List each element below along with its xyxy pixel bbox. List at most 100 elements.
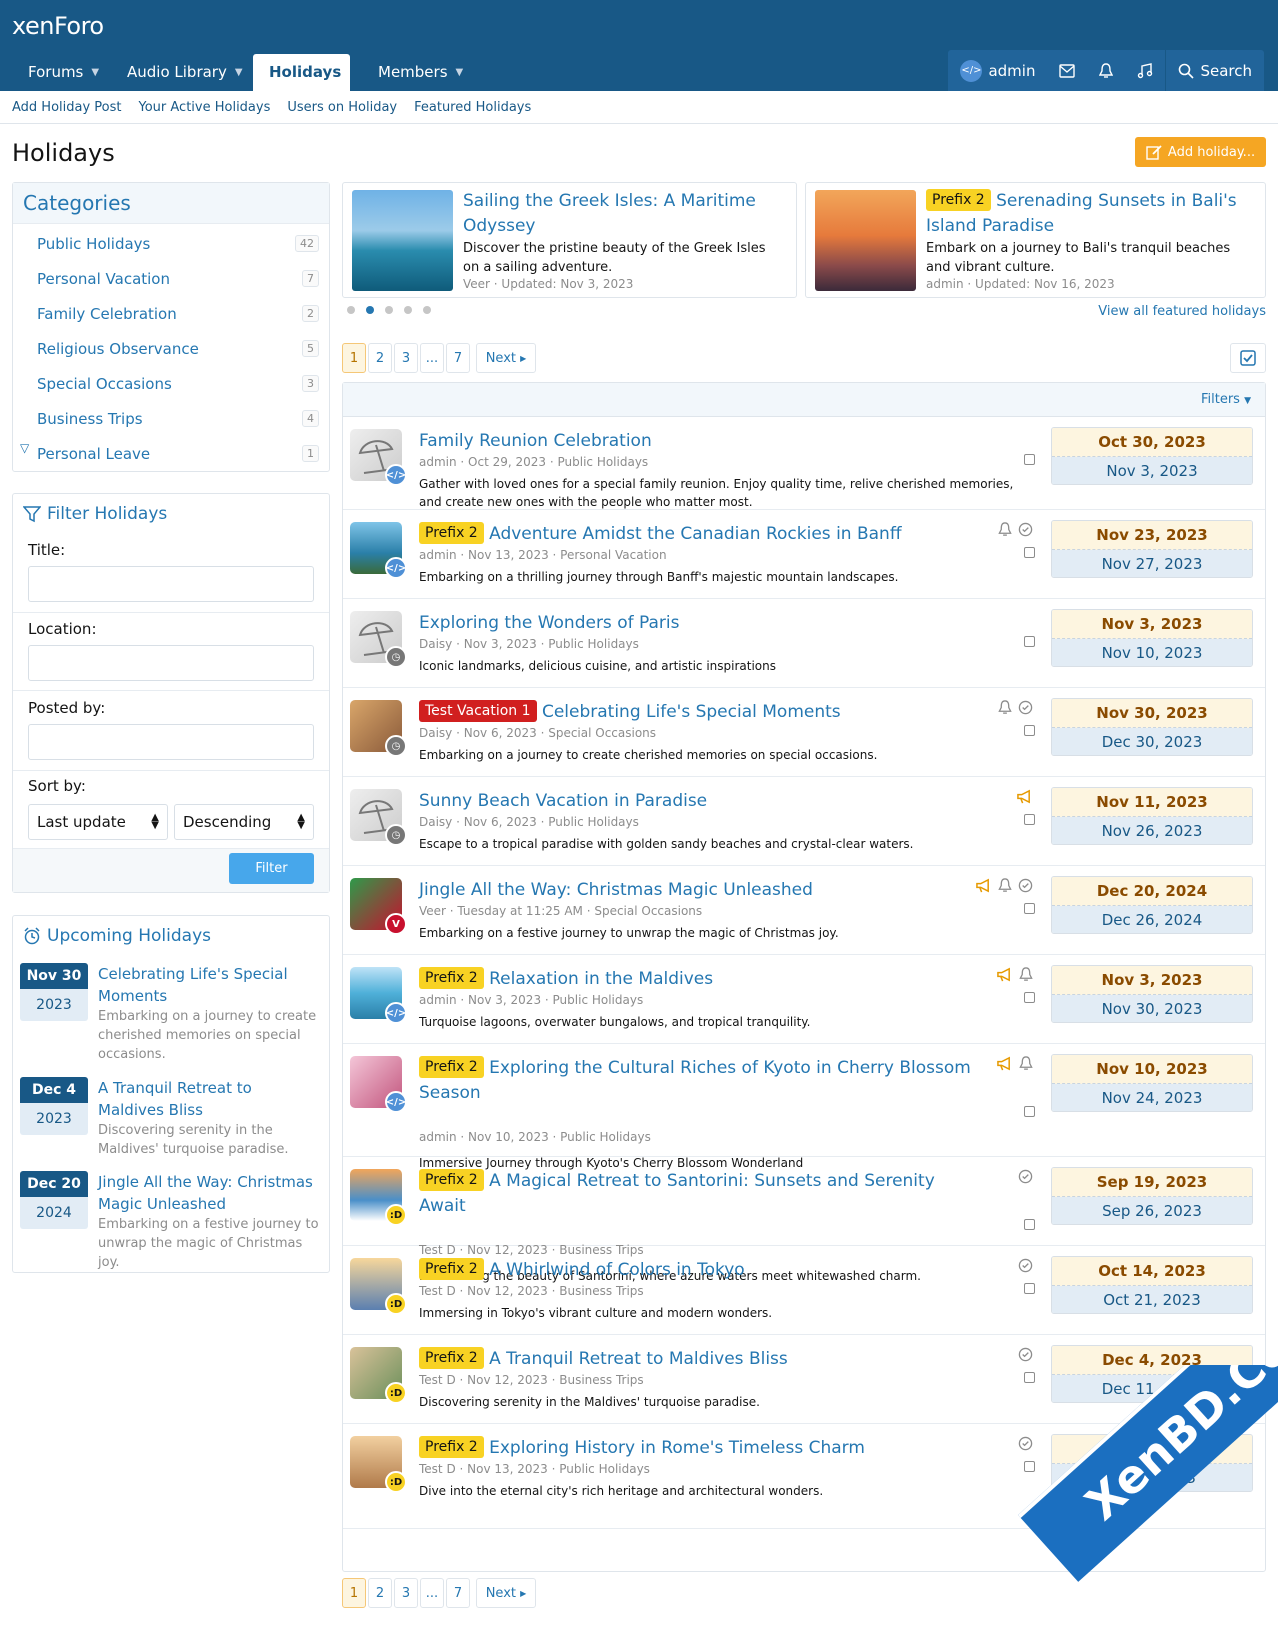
check-circle-icon[interactable]: [1018, 1436, 1033, 1455]
filter-button[interactable]: Filter: [229, 853, 314, 884]
page-2[interactable]: 2: [368, 1578, 392, 1608]
holiday-title[interactable]: Prefix 2 A Tranquil Retreat to Maldives …: [419, 1347, 979, 1372]
prefix-badge[interactable]: Prefix 2: [419, 967, 484, 989]
author-avatar[interactable]: :D: [385, 1382, 407, 1404]
author-avatar[interactable]: ◷: [385, 646, 407, 668]
holiday-title[interactable]: Family Reunion Celebration: [419, 429, 979, 454]
category-business-trips[interactable]: Business Trips 4: [37, 410, 319, 430]
select-checkbox[interactable]: [1024, 1461, 1035, 1472]
author-avatar[interactable]: </>: [385, 1002, 407, 1024]
select-checkbox[interactable]: [1024, 1283, 1035, 1294]
site-logo[interactable]: xenForo: [12, 12, 104, 40]
author-avatar[interactable]: </>: [385, 557, 407, 579]
holiday-row[interactable]: :D Prefix 2 Exploring History in Rome's T…: [343, 1424, 1265, 1529]
holiday-title[interactable]: Prefix 2 Exploring History in Rome's Tim…: [419, 1436, 979, 1461]
author-avatar[interactable]: :D: [385, 1293, 407, 1315]
upcoming-item-title[interactable]: A Tranquil Retreat to Maldives Bliss: [98, 1077, 320, 1121]
holiday-title[interactable]: Sunny Beach Vacation in Paradise: [419, 789, 979, 814]
author-avatar[interactable]: ◷: [385, 735, 407, 757]
upcoming-item[interactable]: Dec 20 2024 Jingle All the Way: Christmas…: [20, 1171, 320, 1270]
bell-icon[interactable]: [1019, 1056, 1033, 1075]
select-checkbox[interactable]: [1024, 1219, 1035, 1230]
order-select[interactable]: Descending ▲ ▼: [174, 804, 314, 840]
subnav-featured-holidays[interactable]: Featured Holidays: [414, 100, 531, 115]
upcoming-item-title[interactable]: Celebrating Life's Special Moments: [98, 963, 320, 1007]
featured-title[interactable]: Prefix 2 Serenading Sunsets in Bali's Is…: [926, 189, 1256, 239]
select-checkbox[interactable]: [1024, 725, 1035, 736]
prefix-badge[interactable]: Prefix 2: [419, 1169, 484, 1191]
holiday-row[interactable]: </> Prefix 2 Relaxation in the Maldives ad…: [343, 955, 1265, 1044]
category-special-occasions[interactable]: Special Occasions 3: [37, 375, 319, 395]
carousel-dot[interactable]: [404, 306, 412, 314]
select-all-button[interactable]: [1230, 343, 1266, 373]
select-checkbox[interactable]: [1024, 547, 1035, 558]
carousel-dot[interactable]: [385, 306, 393, 314]
author-avatar[interactable]: </>: [385, 1091, 407, 1113]
select-checkbox[interactable]: [1024, 454, 1035, 465]
page-2[interactable]: 2: [368, 343, 392, 373]
next-page-button[interactable]: Next ▶: [476, 1578, 536, 1608]
holiday-title[interactable]: Prefix 2 Exploring the Cultural Riches o…: [419, 1056, 979, 1106]
category-personal-vacation[interactable]: Personal Vacation 7: [37, 270, 319, 290]
select-checkbox[interactable]: [1024, 814, 1035, 825]
featured-image[interactable]: [815, 190, 916, 291]
title-input[interactable]: [28, 566, 314, 602]
holiday-row[interactable]: ◷ Test Vacation 1 Celebrating Life's Spec…: [343, 688, 1265, 777]
carousel-dot[interactable]: [366, 306, 374, 314]
carousel-dot[interactable]: [423, 306, 431, 314]
upcoming-item-title[interactable]: Jingle All the Way: Christmas Magic Unle…: [98, 1171, 320, 1215]
author-avatar[interactable]: V: [385, 913, 407, 935]
carousel-dot[interactable]: [347, 306, 355, 314]
category-public-holidays[interactable]: Public Holidays 42: [37, 235, 319, 255]
holiday-title[interactable]: Exploring the Wonders of Paris: [419, 611, 979, 636]
tab-forums[interactable]: Forums ▼: [12, 54, 115, 91]
select-checkbox[interactable]: [1024, 992, 1035, 1003]
bell-icon[interactable]: [998, 522, 1012, 541]
select-checkbox[interactable]: [1024, 1106, 1035, 1117]
bell-icon[interactable]: [1019, 967, 1033, 986]
view-all-featured-link[interactable]: View all featured holidays: [1098, 304, 1266, 319]
bell-icon[interactable]: [998, 878, 1012, 897]
holiday-title[interactable]: Prefix 2 Relaxation in the Maldives: [419, 967, 979, 992]
search-button[interactable]: Search: [1165, 50, 1264, 91]
category-family-celebration[interactable]: Family Celebration 2: [37, 305, 319, 325]
subnav-your-active-holidays[interactable]: Your Active Holidays: [139, 100, 271, 115]
check-circle-icon[interactable]: [1018, 1258, 1033, 1277]
prefix-badge[interactable]: Prefix 2: [419, 1436, 484, 1458]
music-icon[interactable]: [1125, 50, 1165, 91]
holiday-row[interactable]: V Jingle All the Way: Christmas Magic Unl…: [343, 866, 1265, 955]
holiday-row[interactable]: :D Prefix 2 A Tranquil Retreat to Maldive…: [343, 1335, 1265, 1424]
prefix-badge[interactable]: Test Vacation 1: [419, 700, 537, 722]
check-circle-icon[interactable]: [1018, 1347, 1033, 1366]
holiday-row[interactable]: :D Prefix 2 A Magical Retreat to Santorin…: [343, 1157, 1265, 1283]
holiday-row[interactable]: :D Prefix 2 A Whirlwind of Colors in Toky…: [343, 1246, 1265, 1335]
category-religious-observance[interactable]: Religious Observance 5: [37, 340, 319, 360]
sort-select[interactable]: Last update ▲ ▼: [28, 804, 168, 840]
filters-menu[interactable]: Filters ▼: [1201, 392, 1251, 407]
featured-title[interactable]: Sailing the Greek Isles: A Maritime Odys…: [463, 189, 783, 239]
add-holiday-button[interactable]: Add holiday...: [1135, 137, 1266, 167]
author-avatar[interactable]: </>: [385, 464, 407, 486]
megaphone-icon[interactable]: [996, 967, 1013, 986]
holiday-row[interactable]: ◷ Sunny Beach Vacation in Paradise Daisy ·…: [343, 777, 1265, 866]
subnav-add-holiday-post[interactable]: Add Holiday Post: [12, 100, 122, 115]
check-circle-icon[interactable]: [1018, 1169, 1033, 1188]
check-circle-icon[interactable]: [1018, 700, 1033, 719]
prefix-badge[interactable]: Prefix 2: [419, 522, 484, 544]
holiday-row[interactable]: </> Family Reunion Celebration admin · Oct…: [343, 417, 1265, 510]
holiday-row[interactable]: ◷ Exploring the Wonders of Paris Daisy · N…: [343, 599, 1265, 688]
page-7[interactable]: 7: [446, 1578, 470, 1608]
tab-members[interactable]: Members ▼: [362, 54, 479, 91]
page-skip[interactable]: ...: [420, 1578, 444, 1608]
holiday-title[interactable]: Prefix 2 A Magical Retreat to Santorini:…: [419, 1169, 979, 1219]
page-7[interactable]: 7: [446, 343, 470, 373]
posted-by-input[interactable]: [28, 724, 314, 760]
location-input[interactable]: [28, 645, 314, 681]
chevron-down-icon[interactable]: ▼: [91, 54, 99, 91]
holiday-title[interactable]: Test Vacation 1 Celebrating Life's Speci…: [419, 700, 979, 725]
check-circle-icon[interactable]: [1018, 878, 1033, 897]
tab-holidays[interactable]: Holidays: [253, 54, 350, 91]
megaphone-icon[interactable]: [1016, 789, 1033, 808]
megaphone-icon[interactable]: [975, 878, 992, 897]
featured-card[interactable]: Sailing the Greek Isles: A Maritime Odys…: [342, 182, 797, 298]
